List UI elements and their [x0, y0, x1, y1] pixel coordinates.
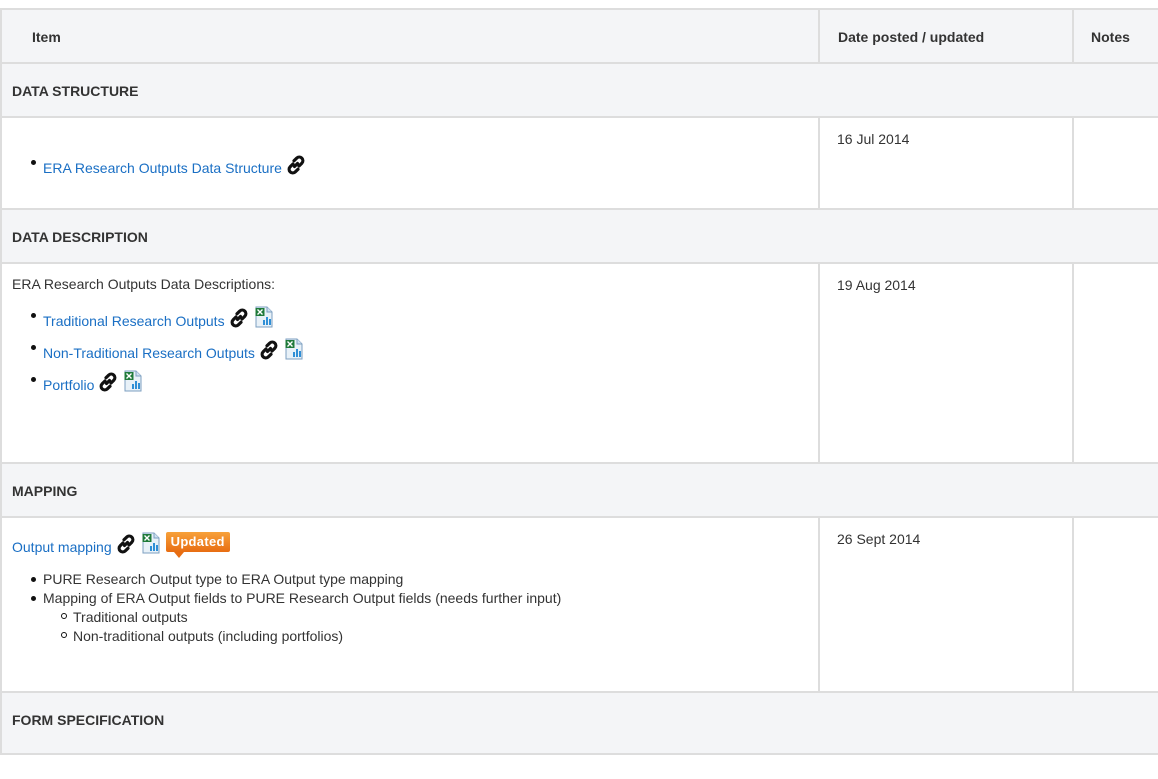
list-item: Mapping of ERA Output fields to PURE Res…: [31, 589, 808, 646]
header-row: Item Date posted / updated Notes: [0, 8, 1158, 64]
item-cell: ERA Research Outputs Data Structure: [0, 116, 820, 210]
updated-badge: Updated: [165, 532, 230, 558]
date-cell: 19 Aug 2014: [818, 262, 1074, 464]
link-icon[interactable]: [96, 370, 120, 394]
non-traditional-link[interactable]: Non-Traditional Research Outputs: [43, 345, 255, 361]
link-icon[interactable]: [257, 338, 281, 362]
section-title: DATA DESCRIPTION: [12, 229, 148, 245]
list-item: ERA Research Outputs Data Structure: [31, 153, 808, 178]
data-table: Item Date posted / updated Notes DATA ST…: [0, 8, 1158, 755]
description-intro: ERA Research Outputs Data Descriptions:: [12, 276, 276, 292]
section-row-form: FORM SPECIFICATION: [0, 691, 1158, 755]
link-icon[interactable]: [227, 306, 251, 330]
date-value: 16 Jul 2014: [837, 131, 910, 147]
section-title-cell: DATA DESCRIPTION: [0, 208, 1158, 264]
link-icon[interactable]: [114, 532, 138, 556]
table-row: ERA Research Outputs Data Descriptions: …: [0, 262, 1158, 464]
excel-file-icon[interactable]: [285, 338, 303, 360]
header-date-label: Date posted / updated: [838, 29, 985, 45]
date-cell: 16 Jul 2014: [818, 116, 1074, 210]
section-title: FORM SPECIFICATION: [12, 712, 165, 728]
portfolio-link[interactable]: Portfolio: [43, 377, 94, 393]
section-title: MAPPING: [12, 483, 78, 499]
link-list: ERA Research Outputs Data Structure: [12, 153, 808, 178]
header-item: Item: [0, 8, 820, 64]
notes-cell: [1072, 516, 1158, 693]
date-cell: 26 Sept 2014: [818, 516, 1074, 693]
section-title-cell: MAPPING: [0, 462, 1158, 518]
table-row: Output mapping Updated PURE Research Outp…: [0, 516, 1158, 693]
traditional-link[interactable]: Traditional Research Outputs: [43, 313, 225, 329]
notes-cell: [1072, 116, 1158, 210]
section-row-structure: DATA STRUCTURE: [0, 62, 1158, 118]
output-mapping-link[interactable]: Output mapping: [12, 539, 112, 555]
sub-list-item: Traditional outputs: [61, 608, 808, 627]
list-item: Traditional Research Outputs: [31, 306, 808, 331]
excel-file-icon[interactable]: [142, 532, 160, 554]
header-notes-label: Notes: [1091, 29, 1130, 45]
mapping-list: PURE Research Output type to ERA Output …: [12, 570, 808, 646]
excel-file-icon[interactable]: [124, 370, 142, 392]
structure-link[interactable]: ERA Research Outputs Data Structure: [43, 160, 282, 176]
sub-list: Traditional outputs Non-traditional outp…: [43, 608, 808, 646]
item-cell: ERA Research Outputs Data Descriptions: …: [0, 262, 820, 464]
link-icon[interactable]: [284, 153, 308, 177]
list-item: Portfolio: [31, 370, 808, 395]
mapping-link-line: Output mapping Updated: [12, 532, 808, 558]
date-value: 19 Aug 2014: [837, 277, 916, 293]
excel-file-icon[interactable]: [255, 306, 273, 328]
notes-cell: [1072, 262, 1158, 464]
header-item-label: Item: [32, 29, 61, 45]
section-title: DATA STRUCTURE: [12, 83, 139, 99]
section-title-cell: DATA STRUCTURE: [0, 62, 1158, 118]
item-cell: Output mapping Updated PURE Research Outp…: [0, 516, 820, 693]
list-item: PURE Research Output type to ERA Output …: [31, 570, 808, 589]
table-row: ERA Research Outputs Data Structure 16 J…: [0, 116, 1158, 210]
list-item: Non-Traditional Research Outputs: [31, 338, 808, 363]
sub-list-item: Non-traditional outputs (including portf…: [61, 627, 808, 646]
section-row-description: DATA DESCRIPTION: [0, 208, 1158, 264]
section-title-cell: FORM SPECIFICATION: [0, 691, 1158, 755]
list-item-text: Mapping of ERA Output fields to PURE Res…: [43, 590, 562, 606]
header-notes: Notes: [1072, 8, 1158, 64]
header-date: Date posted / updated: [818, 8, 1074, 64]
section-row-mapping: MAPPING: [0, 462, 1158, 518]
date-value: 26 Sept 2014: [837, 531, 921, 547]
link-list: Traditional Research Outputs Non-Traditi…: [12, 306, 808, 395]
